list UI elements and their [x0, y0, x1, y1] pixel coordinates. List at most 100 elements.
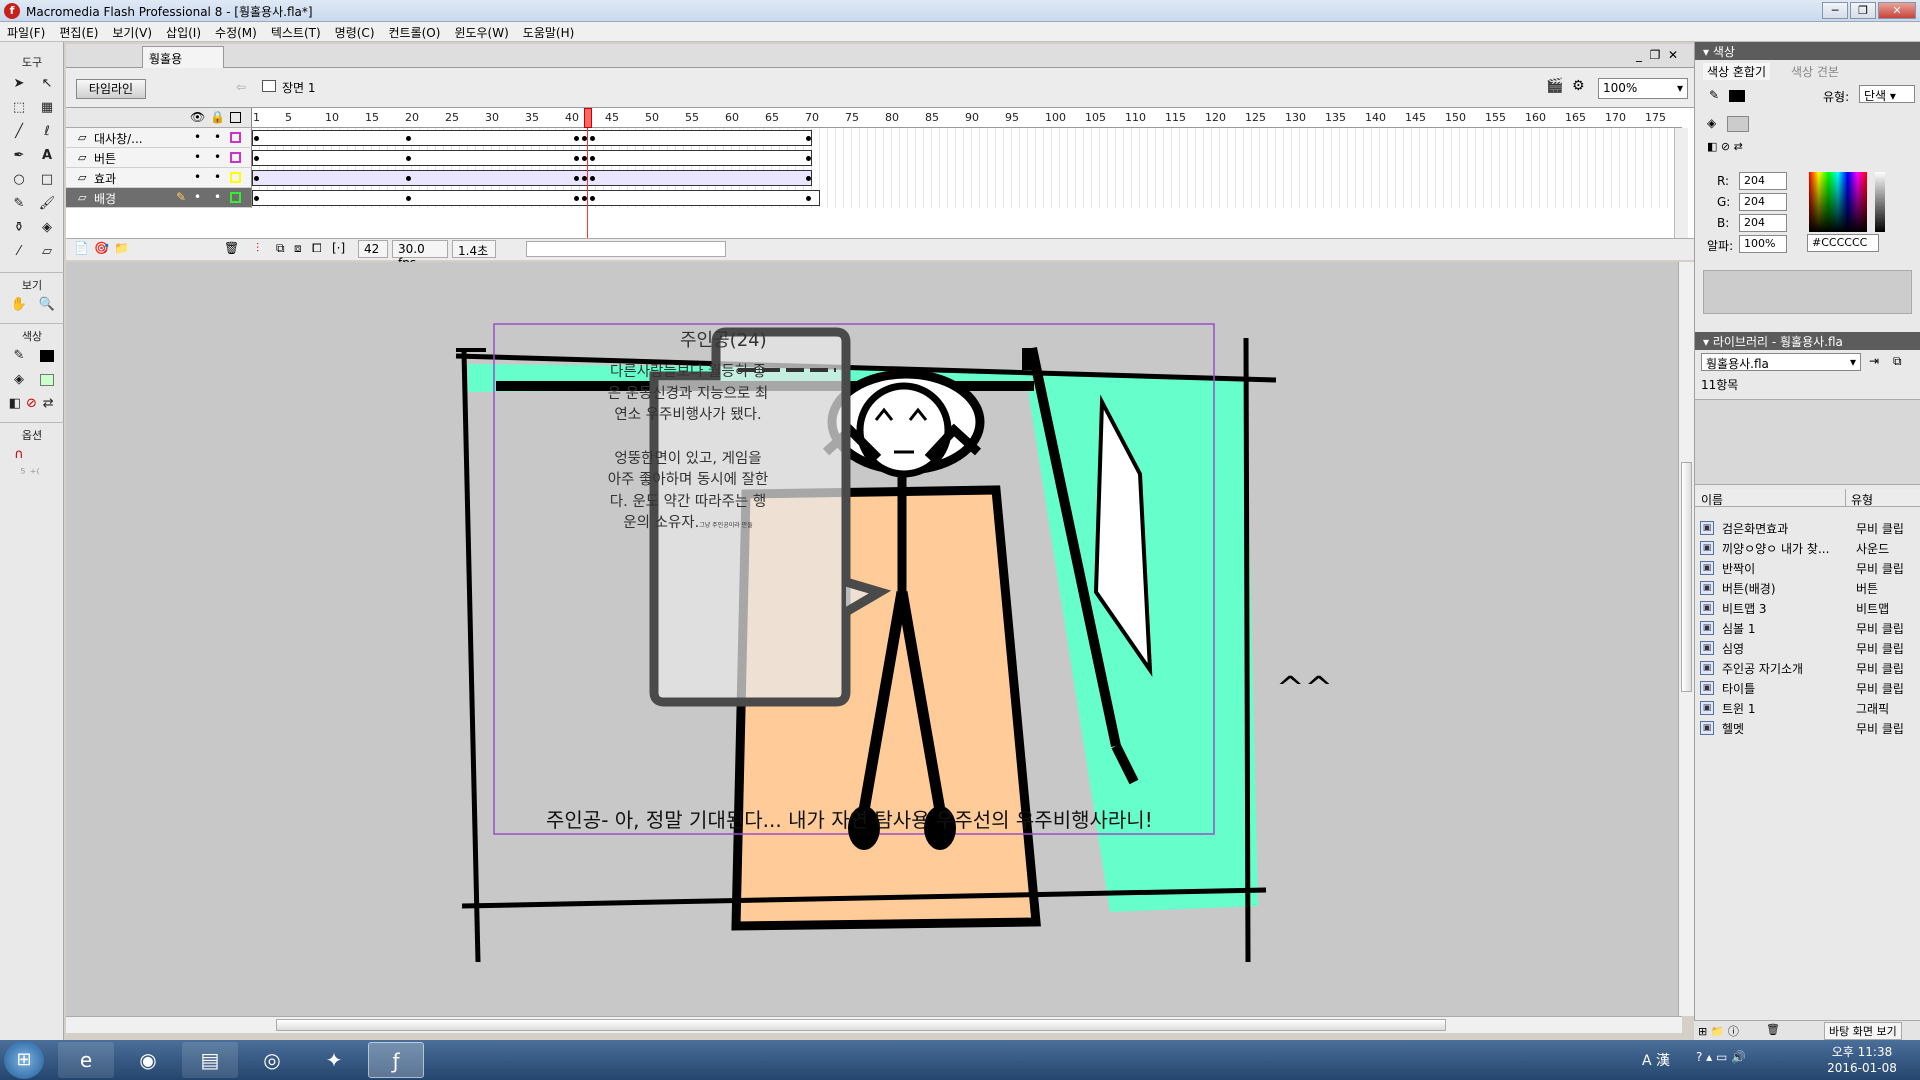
pin-library-icon[interactable]: ⇥: [1869, 354, 1879, 368]
layer-outline-color[interactable]: [230, 132, 241, 143]
swap-colors-icon[interactable]: ⇄: [41, 394, 55, 414]
smooth-straighten-icon[interactable]: ⁵ ⁺⁽: [8, 465, 52, 485]
brush-tool-icon[interactable]: 🖌: [36, 194, 58, 214]
fill-swatch[interactable]: [36, 370, 58, 390]
modify-markers-icon[interactable]: [·]: [332, 241, 345, 255]
ink-bottle-icon[interactable]: ⚱: [8, 218, 30, 238]
menu-help[interactable]: 도움말(H): [516, 22, 582, 43]
keyframe-dot[interactable]: [254, 156, 259, 161]
menu-edit[interactable]: 편집(E): [52, 22, 105, 43]
g-field[interactable]: 204: [1739, 193, 1787, 211]
stage-hscroll[interactable]: [66, 1016, 1682, 1033]
stroke-color-swatch[interactable]: [1729, 90, 1745, 102]
chrome-icon[interactable]: ◎: [244, 1042, 300, 1078]
visibility-dot[interactable]: •: [194, 190, 201, 204]
library-col-type[interactable]: 유형: [1851, 491, 1873, 508]
keyframe-dot[interactable]: [574, 156, 579, 161]
ime-indicator[interactable]: A 漢: [1642, 1050, 1670, 1070]
visibility-dot[interactable]: •: [194, 170, 201, 184]
library-item[interactable]: ▣ 타이틀 무비 클립: [1700, 678, 1914, 698]
hex-field[interactable]: #CCCCCC: [1807, 234, 1879, 252]
minimize-button[interactable]: ─: [1822, 2, 1848, 19]
timeline-button[interactable]: 타임라인: [76, 79, 146, 99]
eraser-icon[interactable]: ▱: [36, 242, 58, 262]
library-item[interactable]: ▣ 반짝이 무비 클립: [1700, 558, 1914, 578]
visibility-dot[interactable]: •: [194, 150, 201, 164]
back-arrow-icon[interactable]: ⇦: [236, 80, 246, 94]
lock-dot[interactable]: •: [214, 190, 221, 204]
stroke-swatch[interactable]: [36, 346, 58, 366]
close-button[interactable]: ✕: [1878, 2, 1916, 19]
keyframe-dot[interactable]: [406, 156, 411, 161]
center-frame-icon[interactable]: ⫶: [256, 241, 259, 256]
layer-row[interactable]: ▱ 배경 ✎ • •: [66, 188, 252, 208]
stroke-pencil-icon[interactable]: ✎: [1709, 88, 1719, 102]
game-icon[interactable]: ✦: [306, 1042, 362, 1078]
frame-span[interactable]: [252, 170, 812, 186]
keyframe-dot[interactable]: [806, 156, 811, 161]
library-item[interactable]: ▣ 헬멧 무비 클립: [1700, 718, 1914, 738]
r-field[interactable]: 204: [1739, 172, 1787, 190]
stroke-color-icon[interactable]: ✎: [8, 346, 30, 366]
zoom-select[interactable]: 100% ▾: [1598, 78, 1688, 99]
lock-icon[interactable]: 🔒: [210, 110, 225, 124]
delete-item-icon[interactable]: 🗑: [1766, 1023, 1780, 1036]
layer-row[interactable]: ▱ 버튼 • •: [66, 148, 252, 168]
keyframe-dot[interactable]: [406, 136, 411, 141]
keyframe-dot[interactable]: [406, 196, 411, 201]
onion-skin-icon[interactable]: ⧉: [276, 241, 285, 256]
lasso-tool-icon[interactable]: ℓ: [36, 122, 58, 142]
timeline-ruler[interactable]: 1 5 10 15 20 25 30 35 40 45 50 55 60 65 70 75 80 85 90 95 10…: [252, 108, 1682, 128]
brightness-slider[interactable]: [1875, 172, 1885, 232]
library-item[interactable]: ▣ 버튼(배경) 버튼: [1700, 578, 1914, 598]
snap-magnet-icon[interactable]: ∩: [8, 445, 30, 465]
stage-canvas[interactable]: [66, 262, 1678, 1016]
new-symbol-icon[interactable]: ⊞ 📁 ⓘ: [1698, 1023, 1739, 1039]
type-select[interactable]: 단색 ▾: [1859, 85, 1915, 103]
keyframe-dot[interactable]: [254, 196, 259, 201]
firefox-icon[interactable]: ◉: [120, 1042, 176, 1078]
library-item[interactable]: ▣ 트윈 1 그래픽: [1700, 698, 1914, 718]
layer-outline-color[interactable]: [230, 152, 241, 163]
frame-span[interactable]: [252, 190, 820, 206]
fill-color-icon[interactable]: ◈: [8, 370, 30, 390]
library-item[interactable]: ▣ 비트맵 3 비트맵: [1700, 598, 1914, 618]
subselection-tool-icon[interactable]: ↖: [36, 74, 58, 94]
color-panel-header[interactable]: ▾ 색상: [1695, 42, 1920, 60]
layer-outline-color[interactable]: [230, 192, 241, 203]
lock-dot[interactable]: •: [214, 170, 221, 184]
frame-span[interactable]: [252, 130, 812, 146]
library-item[interactable]: ▣ 끼양ㅇ양ㅇ 내가 찾... 사운드: [1700, 538, 1914, 558]
library-item[interactable]: ▣ 심볼 1 무비 클립: [1700, 618, 1914, 638]
keyframe-dot[interactable]: [254, 136, 259, 141]
menu-window[interactable]: 윈도우(W): [447, 22, 515, 43]
pen-tool-icon[interactable]: ✒: [8, 146, 30, 166]
keyframe-dot[interactable]: [806, 136, 811, 141]
menu-control[interactable]: 컨트롤(O): [382, 22, 448, 43]
add-motion-guide-icon[interactable]: 🎯: [94, 241, 109, 255]
library-item[interactable]: ▣ 검은화면효과 무비 클립: [1700, 518, 1914, 538]
frame-rate[interactable]: 30.0 fps: [392, 240, 448, 270]
document-tab[interactable]: 훵홀용사.fla*: [142, 46, 224, 83]
flash-taskbar-icon[interactable]: ƒ: [368, 1042, 424, 1078]
playhead[interactable]: [584, 108, 592, 238]
layer-outline-color[interactable]: [230, 172, 241, 183]
stage-vscroll[interactable]: [1678, 262, 1694, 1016]
menu-modify[interactable]: 수정(M): [208, 22, 264, 43]
color-spectrum[interactable]: [1809, 172, 1867, 232]
library-item[interactable]: ▣ 주인공 자기소개 무비 클립: [1700, 658, 1914, 678]
lock-dot[interactable]: •: [214, 130, 221, 144]
keyframe-dot[interactable]: [574, 196, 579, 201]
menu-insert[interactable]: 삽입(I): [159, 22, 208, 43]
edit-scene-icon[interactable]: 🎬: [1546, 78, 1563, 94]
text-tool-icon[interactable]: A: [36, 146, 58, 166]
start-button[interactable]: ⊞: [4, 1041, 44, 1079]
add-layer-icon[interactable]: 📄: [74, 241, 89, 255]
eyedropper-icon[interactable]: ⁄: [8, 242, 30, 262]
edit-symbol-icon[interactable]: ⚙: [1572, 78, 1585, 94]
visibility-dot[interactable]: •: [194, 130, 201, 144]
delete-layer-icon[interactable]: 🗑: [224, 241, 239, 255]
oval-tool-icon[interactable]: ○: [8, 170, 30, 190]
frame-span[interactable]: [252, 150, 812, 166]
timeline-vscroll[interactable]: [1674, 128, 1688, 238]
